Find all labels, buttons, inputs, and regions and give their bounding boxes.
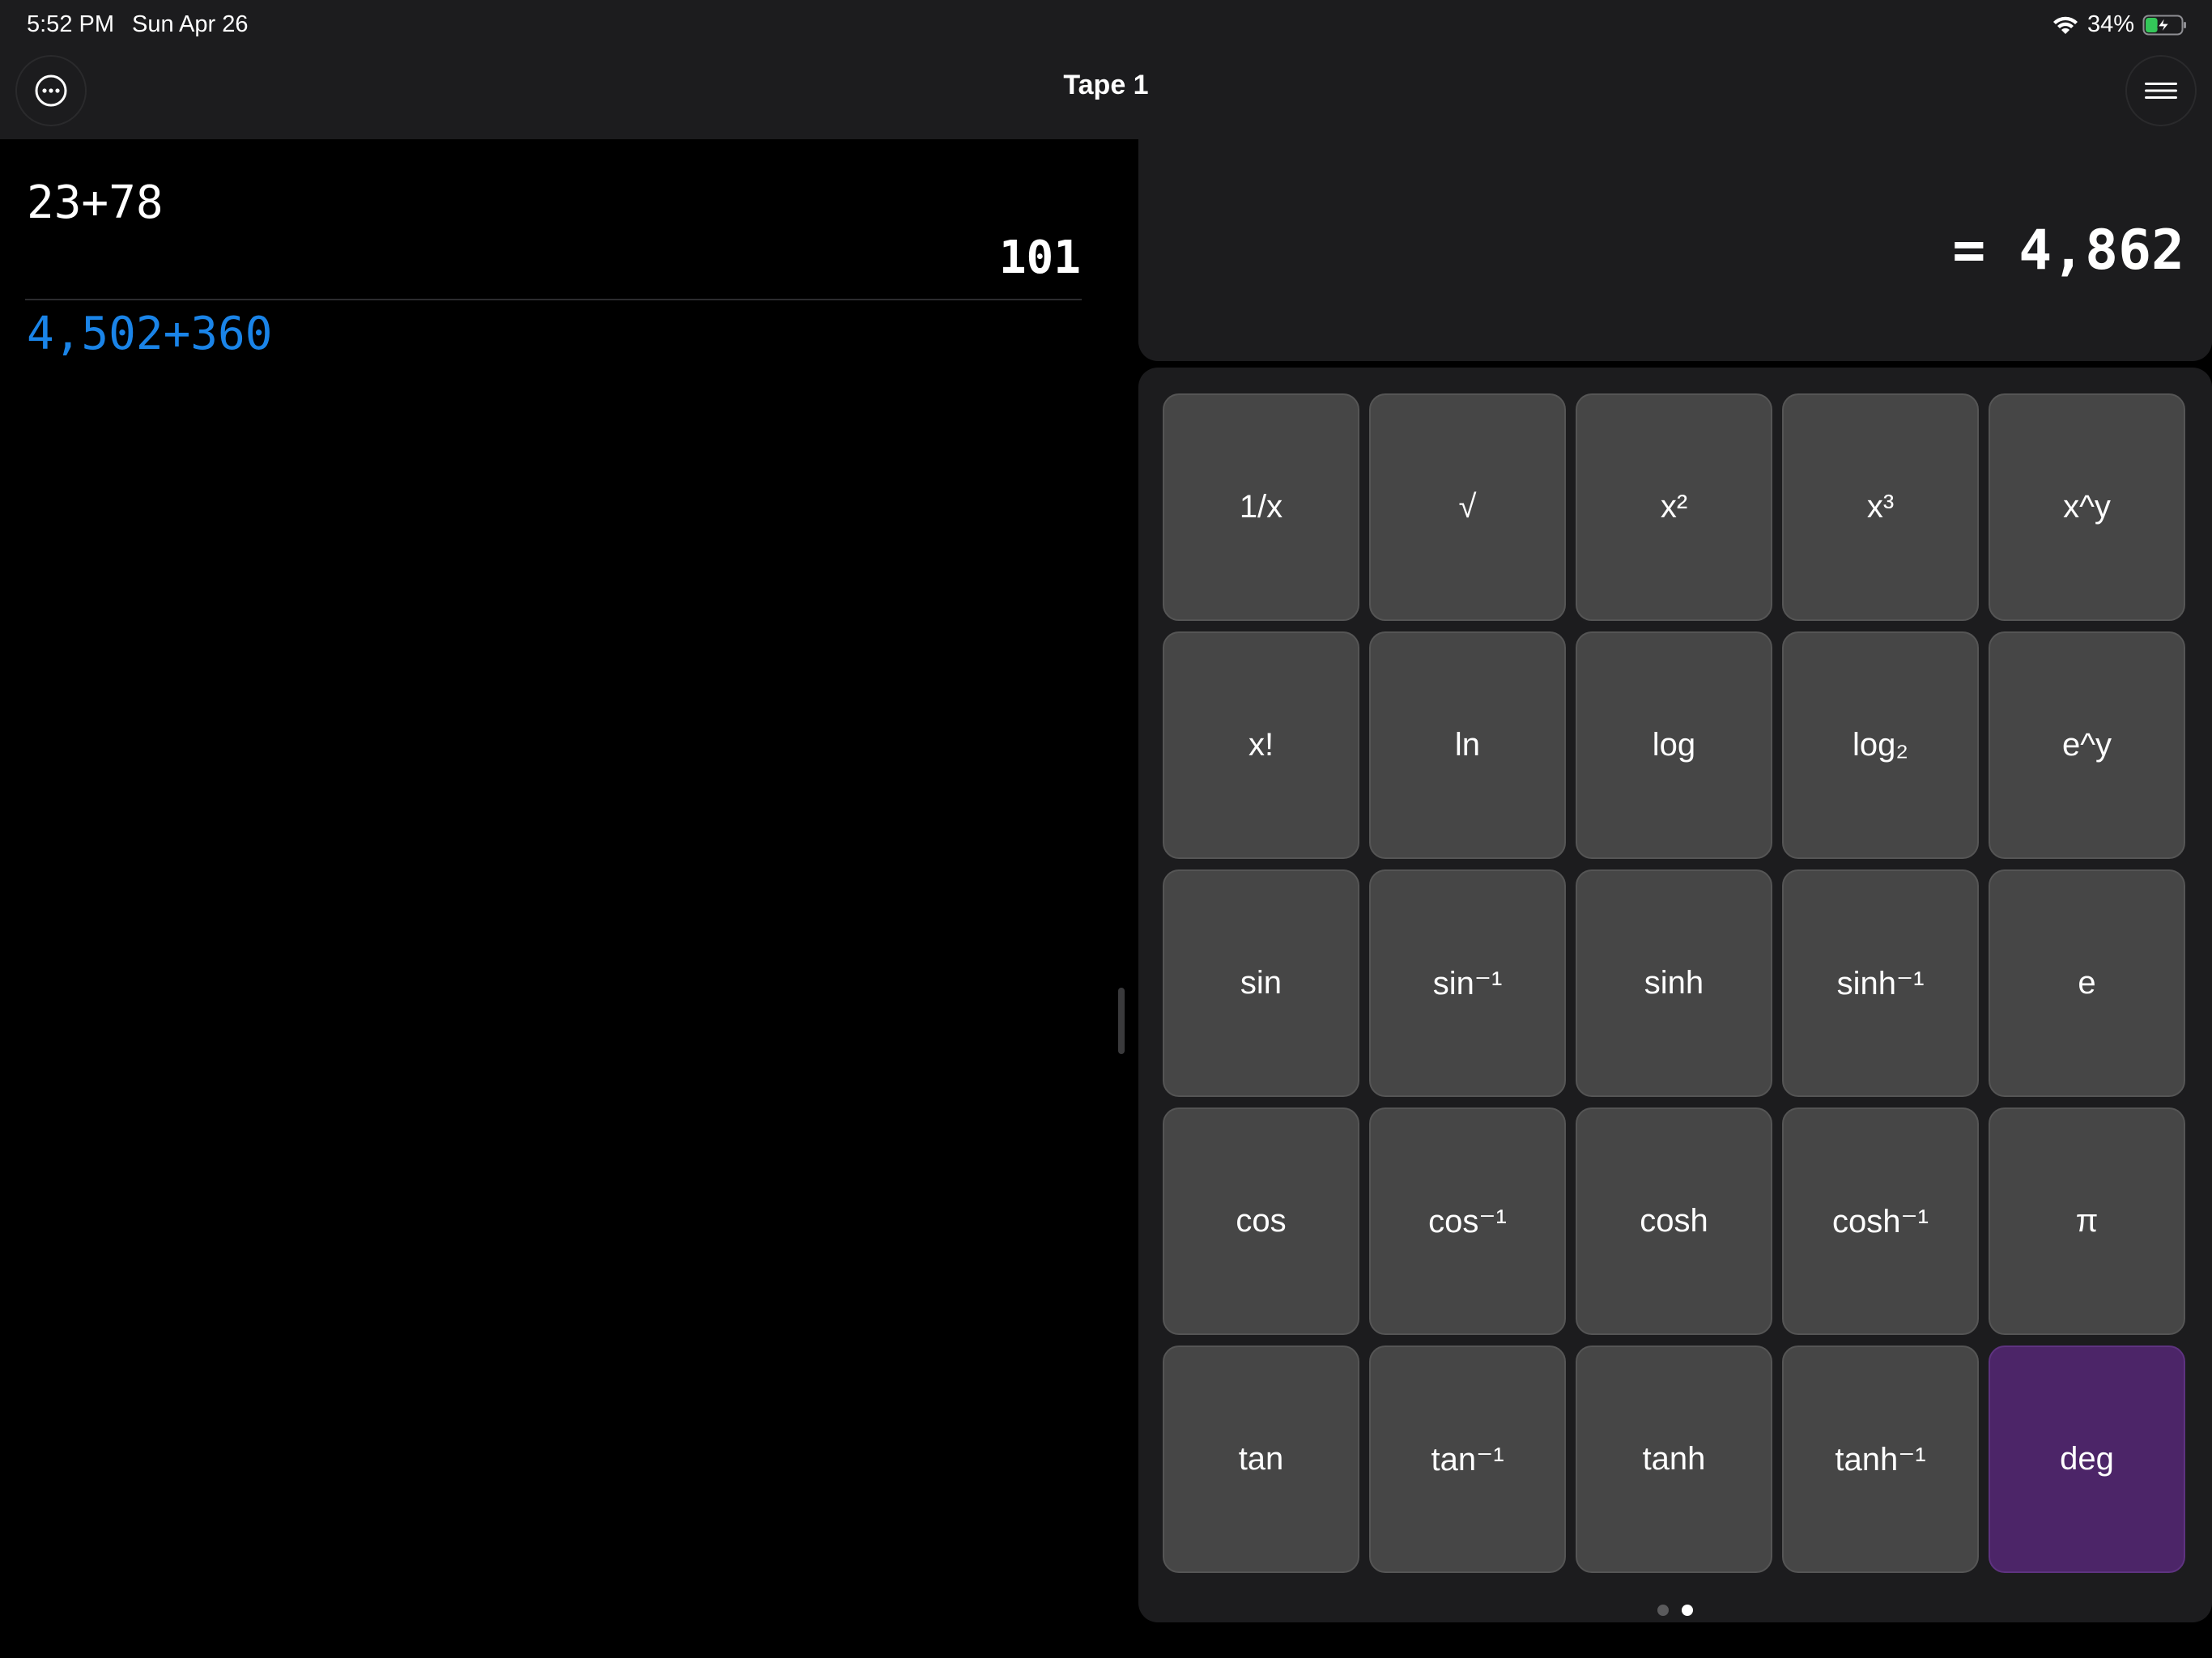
battery-percent: 34% <box>2087 11 2134 37</box>
menu-button[interactable] <box>2125 55 2197 126</box>
key-arccos[interactable]: cos⁻¹ <box>1369 1107 1566 1335</box>
status-bar-right: 34% <box>2052 11 2188 38</box>
key-tanh[interactable]: tanh <box>1576 1346 1772 1573</box>
key-arcsin[interactable]: sin⁻¹ <box>1369 869 1566 1097</box>
top-bar: 5:52 PM Sun Apr 26 34% Tape 1 <box>0 0 2212 139</box>
page-indicator[interactable] <box>1138 1605 2212 1616</box>
battery-charging-icon <box>2142 14 2188 36</box>
key-cos[interactable]: cos <box>1163 1107 1359 1335</box>
app-window: 5:52 PM Sun Apr 26 34% Tape 1 23+78 101 … <box>0 0 2212 1658</box>
tape-entry-result[interactable]: 101 <box>999 232 1081 284</box>
result-display: = 4,862 <box>1138 139 2212 361</box>
key-deg-toggle[interactable]: deg <box>1989 1346 2185 1573</box>
page-title: Tape 1 <box>1063 70 1149 100</box>
key-tan[interactable]: tan <box>1163 1346 1359 1573</box>
key-sinh[interactable]: sinh <box>1576 869 1772 1097</box>
key-cube[interactable]: x³ <box>1782 393 1979 621</box>
key-natural-log[interactable]: ln <box>1369 631 1566 859</box>
key-log[interactable]: log <box>1576 631 1772 859</box>
key-square-root[interactable]: √ <box>1369 393 1566 621</box>
result-value: = 4,862 <box>1952 219 2184 283</box>
wifi-icon <box>2052 15 2079 36</box>
key-grid: 1/x √ x² x³ x^y x! ln log log₂ e^y sin sin⁻¹ sinh sin… <box>1163 393 2185 1573</box>
key-arctan[interactable]: tan⁻¹ <box>1369 1346 1566 1573</box>
scientific-keypad: 1/x √ x² x³ x^y x! ln log log₂ e^y sin sin⁻¹ sinh sin… <box>1138 368 2212 1622</box>
tape-divider <box>25 299 1082 300</box>
page-dot-2[interactable] <box>1682 1605 1693 1616</box>
status-date: Sun Apr 26 <box>132 11 249 37</box>
hamburger-icon <box>2145 83 2177 99</box>
tape-entry-expression[interactable]: 23+78 <box>27 176 164 229</box>
current-expression[interactable]: 4,502+360 <box>27 308 272 360</box>
key-arccosh[interactable]: cosh⁻¹ <box>1782 1107 1979 1335</box>
key-factorial[interactable]: x! <box>1163 631 1359 859</box>
key-arctanh[interactable]: tanh⁻¹ <box>1782 1346 1979 1573</box>
key-pi[interactable]: π <box>1989 1107 2185 1335</box>
split-view-handle[interactable] <box>1118 988 1125 1054</box>
key-sin[interactable]: sin <box>1163 869 1359 1097</box>
page-dot-1[interactable] <box>1657 1605 1669 1616</box>
key-log-base-2[interactable]: log₂ <box>1782 631 1979 859</box>
key-arcsinh[interactable]: sinh⁻¹ <box>1782 869 1979 1097</box>
key-exp-power[interactable]: e^y <box>1989 631 2185 859</box>
key-euler-e[interactable]: e <box>1989 869 2185 1097</box>
key-square[interactable]: x² <box>1576 393 1772 621</box>
key-cosh[interactable]: cosh <box>1576 1107 1772 1335</box>
tape-panel[interactable]: 23+78 101 4,502+360 <box>0 139 1134 1658</box>
status-bar-left: 5:52 PM Sun Apr 26 <box>27 11 249 38</box>
key-reciprocal[interactable]: 1/x <box>1163 393 1359 621</box>
key-power[interactable]: x^y <box>1989 393 2185 621</box>
status-time: 5:52 PM <box>27 11 114 37</box>
